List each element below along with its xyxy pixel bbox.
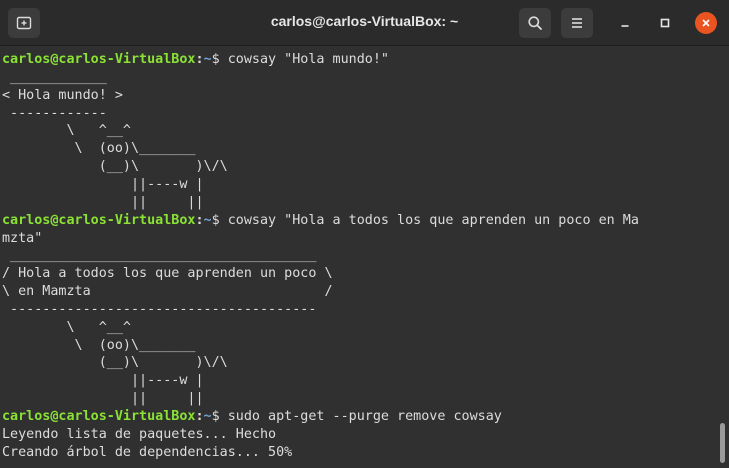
output-line: \ ^__^ [2,319,131,335]
hamburger-menu-icon [572,18,582,28]
terminal-output[interactable]: carlos@carlos-VirtualBox:~$ cowsay "Hola… [0,46,716,468]
prompt-symbol: $ [211,409,220,424]
minimize-icon [621,25,629,27]
close-button[interactable] [695,12,717,34]
search-button[interactable] [519,8,551,38]
output-line: (__)\ )\/\ [2,159,228,175]
scrollbar[interactable] [716,46,729,468]
output-line: ||----w | [2,373,204,389]
output-line: || || [2,391,204,407]
search-icon [528,16,542,30]
output-line: Leyendo lista de paquetes... Hecho [2,426,277,442]
command-text: cowsay "Hola a todos los que aprenden un… [219,212,639,228]
scrollbar-thumb[interactable] [720,423,725,463]
output-line: \ en Mamzta / [2,284,333,300]
close-icon [702,19,710,27]
command-text: sudo apt-get --purge remove cowsay [219,409,502,424]
output-line: ||----w | [2,176,204,192]
output-line: -------------------------------------- [2,301,317,317]
prompt-line: carlos@carlos-VirtualBox:~$ sudo apt-get… [2,408,502,425]
menu-button[interactable] [561,8,593,38]
output-line: \ (oo)\_______ [2,337,196,353]
prompt-path: ~ [203,212,212,228]
prompt-user-host: carlos@carlos-VirtualBox [2,212,196,228]
terminal-window: carlos@carlos-VirtualBox: ~ carlos@carlo… [0,0,729,468]
command-text: cowsay "Hola mundo!" [219,52,389,67]
prompt-line: carlos@carlos-VirtualBox:~$ cowsay "Hola… [2,51,389,68]
prompt-symbol: $ [211,212,220,228]
output-line: < Hola mundo! > [2,87,123,103]
prompt-colon: : [195,212,204,228]
output-line: mzta" [2,230,43,246]
output-line: ______________________________________ [2,248,317,264]
output-line: ____________ [2,69,107,85]
prompt-user-host: carlos@carlos-VirtualBox [2,409,196,424]
output-line: \ ^__^ [2,123,131,139]
output-line: ------------ [2,105,107,121]
output-line: || || [2,194,204,210]
prompt-path: ~ [203,52,212,67]
prompt-user-host: carlos@carlos-VirtualBox [2,52,196,67]
prompt-colon: : [195,409,204,424]
prompt-line: carlos@carlos-VirtualBox:~$ cowsay "Hola… [2,212,639,229]
minimize-button[interactable] [614,12,636,34]
maximize-button[interactable] [654,12,676,34]
prompt-colon: : [195,52,204,67]
output-line: Creando árbol de dependencias... 50% [2,444,293,460]
prompt-path: ~ [203,409,212,424]
output-line: / Hola a todos los que aprenden un poco … [2,266,333,282]
output-line: (__)\ )\/\ [2,355,228,371]
maximize-icon [660,18,670,28]
output-line: \ (oo)\_______ [2,141,196,157]
title-bar[interactable]: carlos@carlos-VirtualBox: ~ [0,0,729,46]
prompt-symbol: $ [211,52,220,67]
